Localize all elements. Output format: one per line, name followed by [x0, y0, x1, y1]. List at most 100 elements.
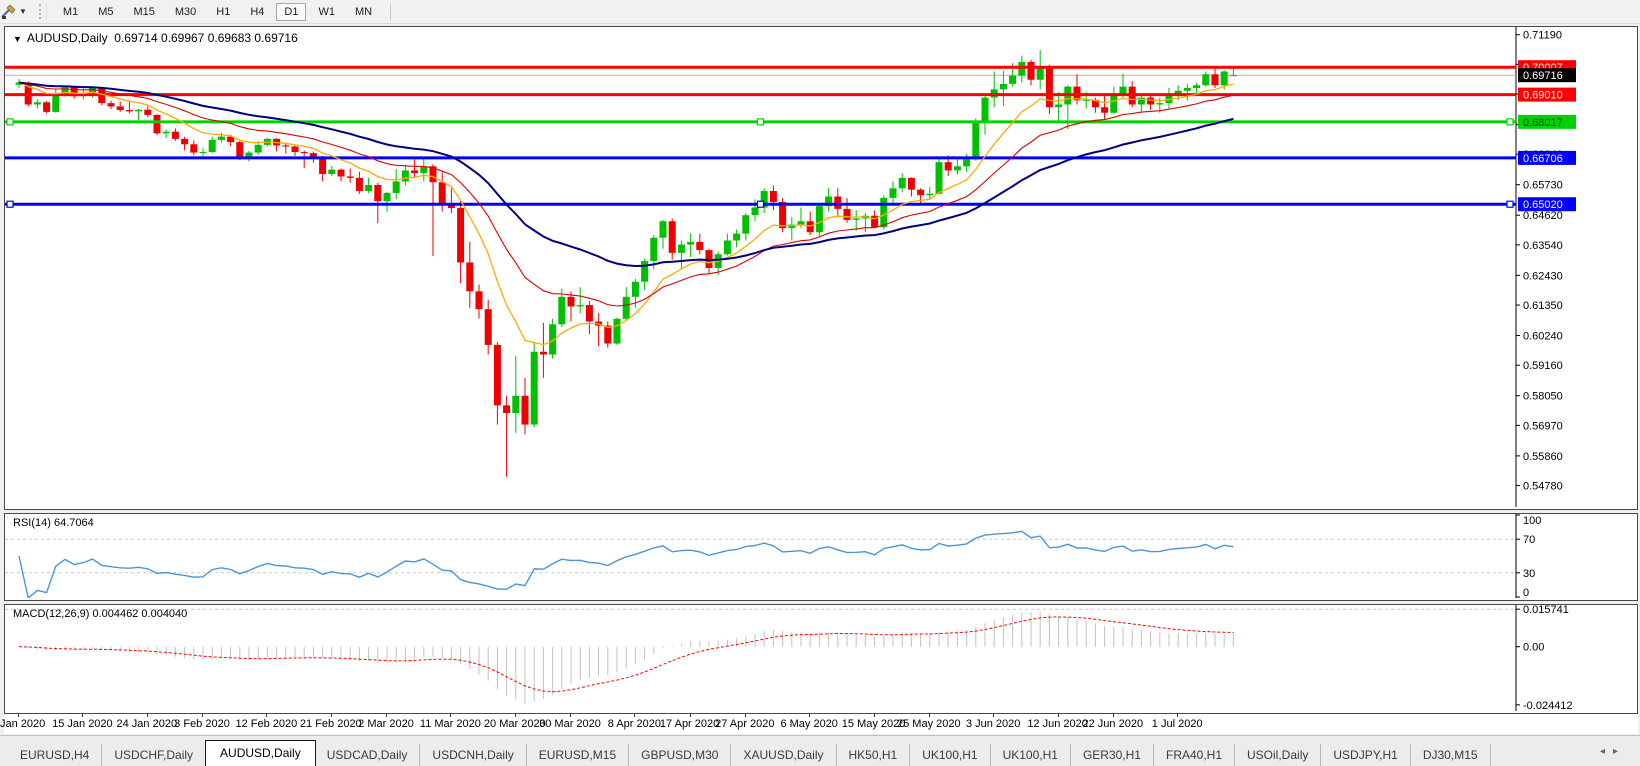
tab-eurusd-h4[interactable]: EURUSD,H4: [8, 744, 103, 766]
price-tick: 0.60240: [1523, 331, 1563, 343]
tab-usdcad-daily[interactable]: USDCAD,Daily: [315, 744, 421, 766]
time-label: 12 Jun 2020: [1027, 718, 1088, 730]
time-tick: [1057, 714, 1059, 717]
rsi-canvas[interactable]: 100 70 30 0: [5, 514, 1637, 598]
time-tick: [928, 714, 930, 717]
rsi-label: RSI(14) 64.7064: [13, 517, 94, 529]
time-tick: [744, 714, 746, 717]
time-tick: [146, 714, 148, 717]
price-tick: 0.62430: [1523, 270, 1563, 282]
macd-histogram: [27, 611, 1234, 704]
time-label: 15 Jan 2020: [52, 718, 113, 730]
macd-tick: 0.00: [1523, 642, 1544, 654]
time-tick: [873, 714, 875, 717]
line-handle[interactable]: [6, 118, 14, 126]
rsi-tick: 0: [1523, 587, 1529, 598]
price-tick: 0.59160: [1523, 360, 1563, 372]
drawing-tool-icon[interactable]: [1, 3, 17, 20]
tab-ger30-h1[interactable]: GER30,H1: [1071, 744, 1154, 766]
price-tick: 0.58050: [1523, 391, 1563, 403]
line-handle[interactable]: [6, 200, 14, 208]
candles-layer: [15, 50, 1237, 477]
time-label: 15 May 2020: [841, 718, 906, 730]
timeframe-m30[interactable]: M30: [167, 3, 204, 21]
tab-usdjpy-h1[interactable]: USDJPY,H1: [1321, 744, 1411, 766]
time-label: 11 Mar 2020: [419, 718, 481, 730]
toolbar-dropdown-icon[interactable]: ▼: [19, 7, 27, 16]
time-tick: [450, 714, 452, 717]
tab-uk100-h1[interactable]: UK100,H1: [910, 744, 991, 766]
tab-uk100-h1[interactable]: UK100,H1: [991, 744, 1071, 766]
tab-gbpusd-m30[interactable]: GBPUSD,M30: [629, 744, 732, 766]
chart-tab-bar: EURUSD,H4 USDCHF,Daily AUDUSD,Daily USDCAD,…: [0, 735, 1640, 766]
chart-title-text: AUDUSD,Daily 0.69714 0.69967 0.69683 0.6…: [26, 31, 298, 45]
line-handle[interactable]: [756, 200, 765, 208]
mt4-window: ▼ M1M5M15 M30H1H4D1W1MN 0.711900.701100.6…: [0, 0, 1640, 766]
timeframe-h4[interactable]: H4: [242, 3, 272, 21]
time-tick: [18, 714, 19, 717]
timeframe-h1[interactable]: H1: [208, 3, 238, 21]
timeframe-w1[interactable]: W1: [310, 3, 343, 21]
time-label: 22 Jun 2020: [1082, 718, 1144, 730]
svg-text:0.69716: 0.69716: [1523, 70, 1563, 82]
tab-usdcnh-daily[interactable]: USDCNH,Daily: [420, 744, 527, 766]
time-tick: [514, 714, 516, 717]
line-handle[interactable]: [1506, 118, 1514, 126]
macd-canvas[interactable]: 0.015741 0.00 -0.024412: [5, 605, 1637, 711]
tab-scroll-left-icon[interactable]: ◂: [1600, 746, 1613, 757]
timeframe-mn[interactable]: MN: [347, 3, 380, 21]
time-label: 8 Apr 2020: [607, 718, 661, 730]
time-tick: [993, 714, 995, 717]
macd-tick: 0.015741: [1523, 605, 1569, 616]
price-chart-canvas[interactable]: 0.711900.701100.690300.679200.668400.657…: [5, 27, 1637, 507]
macd-tick: -0.024412: [1523, 700, 1573, 711]
chart-title: ▼ AUDUSD,Daily 0.69714 0.69967 0.69683 0.…: [13, 31, 298, 45]
svg-text:0.69010: 0.69010: [1523, 90, 1563, 102]
timeframe-m15[interactable]: M15: [125, 3, 162, 21]
chart-tabs: EURUSD,H4 USDCHF,Daily AUDUSD,Daily USDCAD,…: [8, 740, 1491, 766]
tab-scroll-right-icon[interactable]: ▸: [1613, 746, 1626, 757]
tab-usoil-daily[interactable]: USOil,Daily: [1235, 744, 1322, 766]
time-tick: [202, 714, 203, 717]
time-tick: [266, 714, 268, 717]
rsi-panel[interactable]: 100 70 30 0 RSI(14) 64.7064: [4, 513, 1638, 601]
price-tick: 0.71190: [1523, 30, 1562, 42]
tab-usdchf-daily[interactable]: USDCHF,Daily: [102, 744, 207, 766]
time-tick: [634, 714, 636, 717]
toolbar-separator: [390, 3, 392, 20]
time-axis[interactable]: 6 Jan 2020 15 Jan 202024 Jan 20203 Feb 20…: [0, 714, 1638, 734]
time-label: 6 Jan 2020: [0, 718, 46, 730]
price-tick: 0.55860: [1523, 451, 1563, 463]
time-label: 6 May 2020: [780, 718, 838, 730]
line-handle[interactable]: [1506, 200, 1514, 208]
ma-slow-navy: [18, 81, 1234, 268]
time-label: 21 Feb 2020: [299, 718, 362, 730]
tab-hk50-h1[interactable]: HK50,H1: [837, 744, 911, 766]
time-label: 17 Apr 2020: [659, 718, 720, 730]
macd-panel[interactable]: 0.015741 0.00 -0.024412 MACD(12,26,9) 0.00…: [4, 604, 1638, 714]
timeframe-buttons: M1 M5 M15 M30 H1 H4 D1 W1 MN: [53, 2, 382, 21]
line-handle[interactable]: [756, 118, 765, 126]
timeframe-m5[interactable]: M5: [90, 3, 121, 21]
tab-xauusd-daily[interactable]: XAUUSD,Daily: [731, 744, 837, 766]
rsi-tick: 30: [1523, 568, 1535, 580]
price-tick: 0.61350: [1523, 300, 1563, 312]
svg-text:0.66706: 0.66706: [1523, 153, 1563, 165]
time-label: 24 Jan 2020: [116, 718, 178, 730]
time-tick: [1177, 714, 1179, 717]
price-chart-panel[interactable]: 0.711900.701100.690300.679200.668400.657…: [4, 26, 1638, 510]
timeframe-m1[interactable]: M1: [55, 3, 86, 21]
tab-audusd-daily[interactable]: AUDUSD,Daily: [205, 740, 316, 766]
tab-fra40-h1[interactable]: FRA40,H1: [1154, 744, 1236, 766]
time-label: 12 Feb 2020: [235, 718, 298, 730]
toolbar-grip[interactable]: [38, 4, 47, 19]
time-tick: [809, 714, 811, 717]
chart-menu-icon[interactable]: ▼: [13, 34, 22, 44]
tab-eurusd-m15[interactable]: EURUSD,M15: [527, 744, 630, 766]
time-label: 2 Mar 2020: [358, 718, 414, 730]
time-label: 1 Jul 2020: [1151, 718, 1203, 730]
timeframe-d1[interactable]: D1: [276, 2, 307, 21]
tab-dj30-m15[interactable]: DJ30,M15: [1411, 744, 1491, 766]
rsi-tick: 100: [1523, 515, 1541, 527]
time-tick: [570, 714, 571, 717]
